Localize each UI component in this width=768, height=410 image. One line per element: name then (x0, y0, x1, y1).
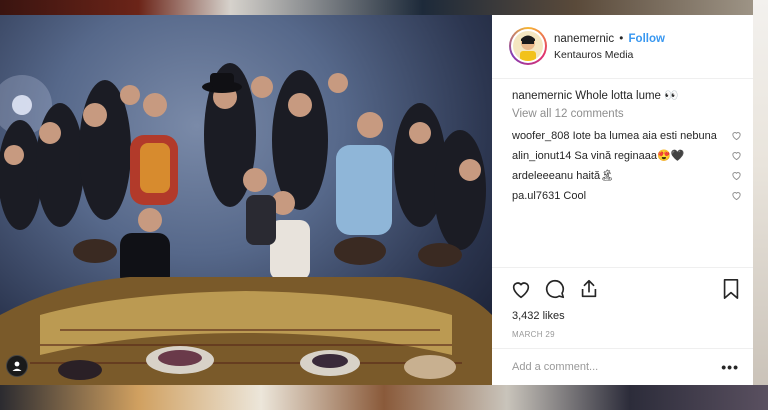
feed-background-right (753, 0, 768, 410)
view-all-comments-link[interactable]: View all 12 comments (512, 107, 742, 121)
heart-icon[interactable] (731, 170, 742, 181)
comment-username[interactable]: ardeleeeanu (512, 170, 573, 183)
add-comment-input[interactable]: Add a comment... (512, 361, 598, 373)
post-header: nanemernic • Follow Kentauros Media (492, 15, 753, 79)
post-details-panel: nanemernic • Follow Kentauros Media nane… (492, 15, 753, 385)
heart-icon[interactable] (510, 278, 532, 300)
username-link[interactable]: nanemernic (554, 33, 614, 45)
comment-item: alin_ionut14 Sa vină reginaaa😍🖤 (512, 146, 742, 166)
follow-button[interactable]: Follow (629, 33, 665, 45)
heart-icon[interactable] (731, 190, 742, 201)
comment-text: Sa vină reginaaa😍🖤 (574, 149, 685, 162)
user-icon (12, 361, 22, 371)
location-link[interactable]: Kentauros Media (554, 48, 665, 62)
post-date[interactable]: MARCH 29 (512, 330, 555, 339)
comment-text: Iote ba lumea aia esti nebuna (572, 129, 717, 142)
avatar[interactable] (509, 27, 547, 65)
add-comment-bar: Add a comment... ••• (492, 348, 753, 385)
header-text: nanemernic • Follow Kentauros Media (554, 32, 665, 62)
share-icon[interactable] (578, 278, 600, 300)
separator-dot: • (619, 33, 624, 45)
caption-username[interactable]: nanemernic (512, 90, 572, 102)
caption-text: Whole lotta lume 👀 (575, 90, 679, 102)
action-icons (510, 278, 600, 300)
bookmark-icon[interactable] (721, 278, 741, 300)
comment-list: woofer_808 Iote ba lumea aia esti nebuna… (512, 126, 742, 206)
post-caption: nanemernic Whole lotta lume 👀 (512, 89, 742, 103)
comment-item: ardeleeeanu haită🏝 (512, 166, 742, 186)
view-all-count: 12 comments (554, 108, 624, 120)
comment-item: pa.ul7631 Cool (512, 186, 742, 206)
comment-text: Cool (563, 189, 587, 202)
comment-text: haită🏝 (576, 169, 615, 182)
comment-username[interactable]: woofer_808 (512, 130, 570, 143)
comment-icon[interactable] (544, 278, 566, 300)
post-photo[interactable] (0, 15, 492, 385)
cartoon-avatar-icon (513, 31, 543, 61)
more-options-button[interactable]: ••• (721, 359, 739, 375)
feed-background-bottom (0, 385, 768, 410)
likes-count[interactable]: 3,432 likes (512, 310, 565, 322)
comment-item: woofer_808 Iote ba lumea aia esti nebuna (512, 126, 742, 146)
post-actions: 3,432 likes MARCH 29 (492, 267, 753, 351)
heart-icon[interactable] (731, 130, 742, 141)
feed-background-top (0, 0, 768, 15)
photo-tag-badge[interactable] (6, 355, 28, 377)
group-photo-illustration (0, 63, 492, 385)
avatar-image (511, 29, 545, 63)
comments-section: nanemernic Whole lotta lume 👀 View all 1… (512, 89, 742, 206)
comment-username[interactable]: pa.ul7631 (512, 190, 560, 203)
heart-icon[interactable] (731, 150, 742, 161)
view-all-prefix: View all (512, 108, 552, 120)
comment-username[interactable]: alin_ionut14 (512, 150, 571, 163)
